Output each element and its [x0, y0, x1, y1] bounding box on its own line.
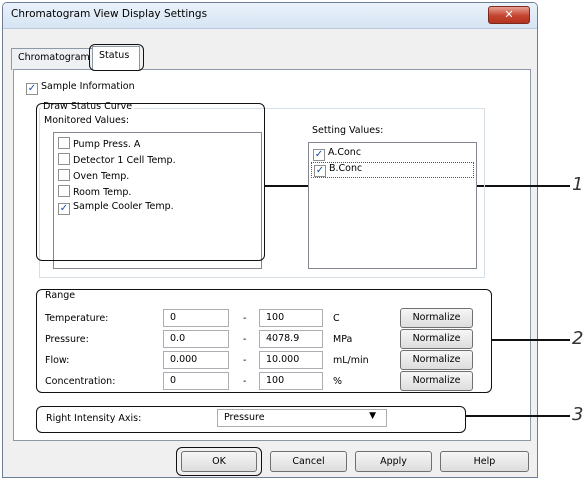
- help-button[interactable]: Help: [440, 451, 529, 472]
- sample-information-checkbox[interactable]: ✓ Sample Information: [26, 81, 135, 95]
- range-group-highlight: [36, 289, 492, 393]
- setting-values-label: Setting Values:: [312, 125, 384, 136]
- list-item-label: A.Conc: [328, 147, 362, 158]
- callout-number-1: 1: [572, 174, 584, 195]
- callout-number-2: 2: [572, 328, 584, 349]
- window-title: Chromatogram View Display Settings: [11, 8, 208, 20]
- tab-status-highlight: [89, 44, 144, 71]
- sample-information-label: Sample Information: [41, 81, 135, 92]
- list-item[interactable]: ✓ A.Conc: [313, 147, 361, 161]
- list-item-focused[interactable]: ✓ B.Conc: [311, 162, 474, 178]
- title-bar: Chromatogram View Display Settings ✕: [3, 3, 537, 29]
- tab-chromatogram-label: Chromatogram: [18, 52, 90, 63]
- apply-button[interactable]: Apply: [355, 451, 432, 472]
- callout-line-3: [465, 415, 570, 417]
- right-axis-highlight: [36, 406, 466, 433]
- callout-number-3: 3: [572, 404, 584, 425]
- setting-values-list[interactable]: ✓ A.Conc ✓ B.Conc: [308, 142, 477, 269]
- draw-status-curve-highlight: [36, 103, 265, 261]
- sample-information-check-icon: ✓: [26, 83, 38, 95]
- list-item-label: B.Conc: [329, 163, 363, 174]
- tab-chromatogram[interactable]: Chromatogram: [11, 48, 93, 70]
- cancel-button[interactable]: Cancel: [270, 451, 347, 472]
- ok-button-highlight: [176, 447, 262, 476]
- dialog-window: Chromatogram View Display Settings ✕ Chr…: [2, 2, 538, 478]
- close-icon: ✕: [504, 8, 514, 21]
- checkbox-check-icon: ✓: [314, 165, 326, 177]
- checkbox-check-icon: ✓: [313, 149, 325, 161]
- close-button[interactable]: ✕: [488, 6, 530, 24]
- callout-line-2: [491, 339, 570, 341]
